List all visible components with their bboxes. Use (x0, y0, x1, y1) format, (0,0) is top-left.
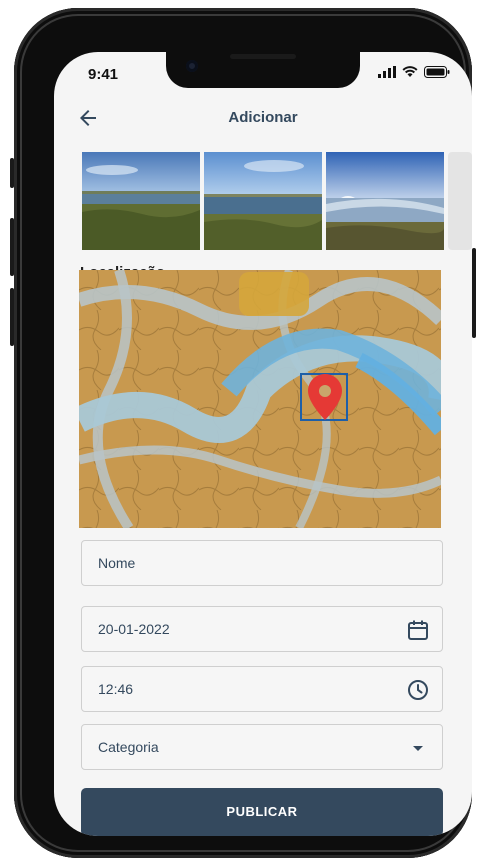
wifi-icon (402, 66, 418, 77)
volume-up-button (10, 218, 14, 276)
photo-gallery[interactable] (82, 152, 472, 250)
landscape-photo (204, 152, 322, 250)
photo-thumbnail[interactable] (204, 152, 322, 250)
phone-frame: 9:41 Adicionar Localização Nome 20-01-20… (10, 8, 476, 858)
page-title: Adicionar (228, 109, 298, 126)
publish-button[interactable]: PUBLICAR (81, 788, 443, 836)
status-time: 9:41 (88, 66, 119, 83)
notch (166, 52, 360, 88)
battery-icon (424, 66, 450, 78)
date-value: 20-01-2022 (98, 621, 170, 637)
speaker (230, 54, 296, 59)
category-placeholder: Categoria (98, 739, 159, 755)
name-field[interactable]: Nome (81, 540, 443, 586)
app-bar: Adicionar (54, 96, 472, 140)
volume-down-button (10, 288, 14, 346)
screen: 9:41 Adicionar Localização Nome 20-01-20… (54, 52, 472, 836)
dropdown-arrow-icon[interactable] (406, 736, 430, 760)
power-button (472, 248, 476, 338)
status-icons (378, 66, 450, 78)
map-image (79, 270, 441, 528)
photo-thumbnail[interactable] (326, 152, 444, 250)
category-select[interactable]: Categoria (81, 724, 443, 770)
landscape-photo (326, 152, 444, 250)
silent-switch (10, 158, 14, 188)
camera-icon (186, 60, 198, 72)
gallery-scrollbar[interactable] (448, 152, 472, 250)
location-map[interactable] (79, 270, 441, 528)
landscape-photo (82, 152, 200, 250)
clock-icon[interactable] (406, 678, 430, 702)
calendar-icon[interactable] (406, 618, 430, 642)
photo-thumbnail[interactable] (82, 152, 200, 250)
date-field[interactable]: 20-01-2022 (81, 606, 443, 652)
signal-icon (378, 66, 396, 78)
name-placeholder: Nome (98, 555, 136, 571)
time-field[interactable]: 12:46 (81, 666, 443, 712)
time-value: 12:46 (98, 681, 134, 697)
